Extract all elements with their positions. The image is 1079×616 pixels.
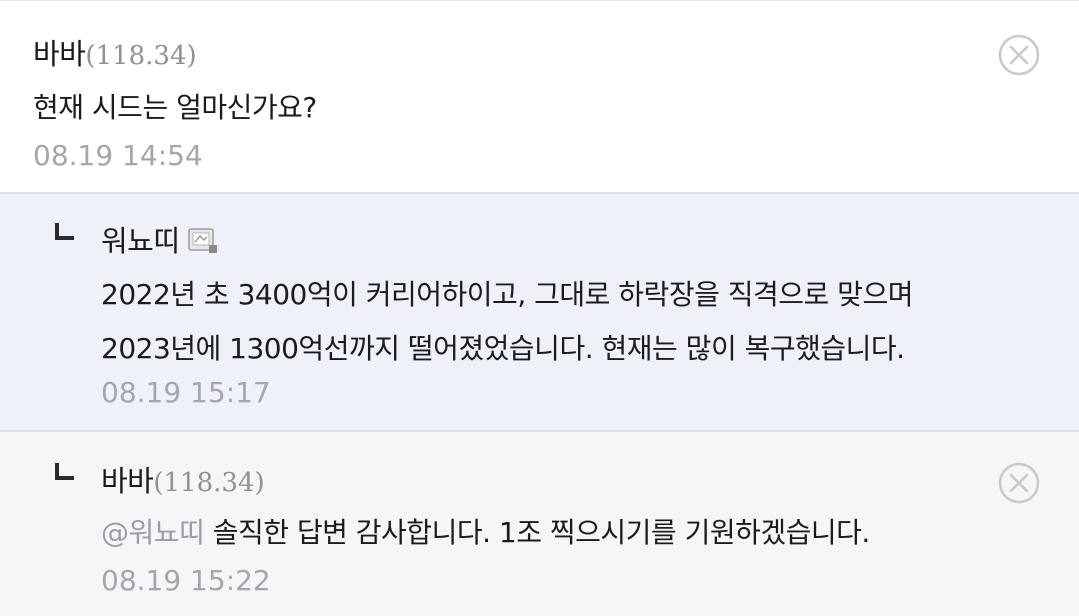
reply-item: 워뇨띠 2022년 초 3400억이 커리어하이고, 그대로 하락장을 직격으로… — [0, 194, 1079, 432]
comment-timestamp: 08.19 14:54 — [33, 139, 203, 172]
reply-text: @워뇨띠 솔직한 답변 감사합니다. 1조 찍으시기를 기원하겠습니다. — [101, 506, 870, 560]
close-circle-icon[interactable] — [998, 462, 1040, 504]
author-name[interactable]: 바바 — [33, 37, 86, 71]
author-ip: (118.34) — [153, 468, 265, 498]
comment-thread: 바바(118.34) 현재 시드는 얼마신가요? 08.19 14:54 워뇨띠… — [0, 0, 1079, 616]
reply-item: 바바(118.34) @워뇨띠 솔직한 답변 감사합니다. 1조 찍으시기를 기… — [0, 432, 1079, 616]
author-name[interactable]: 워뇨띠 — [101, 224, 180, 258]
comment-timestamp: 08.19 15:22 — [101, 564, 271, 597]
reply-text-line-2: 2023년에 1300억선까지 떨어졌었습니다. 현재는 많이 복구했습니다. — [101, 332, 905, 365]
comment-author[interactable]: 바바(118.34) — [101, 458, 265, 500]
author-ip: (118.34) — [85, 41, 197, 71]
comment-timestamp: 08.19 15:17 — [101, 376, 271, 409]
comment-author[interactable]: 바바(118.34) — [33, 31, 197, 73]
comment-author[interactable]: 워뇨띠 — [101, 218, 218, 260]
close-circle-icon[interactable] — [998, 34, 1040, 76]
reply-arrow-icon — [55, 223, 74, 240]
author-name[interactable]: 바바 — [101, 464, 154, 498]
comment-text: 현재 시드는 얼마신가요? — [33, 91, 317, 124]
reply-message: 솔직한 답변 감사합니다. 1조 찍으시기를 기원하겠습니다. — [212, 516, 871, 549]
mention-link[interactable]: @워뇨띠 — [101, 516, 205, 549]
reply-arrow-icon — [55, 463, 74, 480]
user-badge-icon — [187, 228, 217, 253]
reply-text-line-1: 2022년 초 3400억이 커리어하이고, 그대로 하락장을 직격으로 맞으며 — [101, 278, 913, 311]
comment-item: 바바(118.34) 현재 시드는 얼마신가요? 08.19 14:54 — [0, 1, 1079, 194]
